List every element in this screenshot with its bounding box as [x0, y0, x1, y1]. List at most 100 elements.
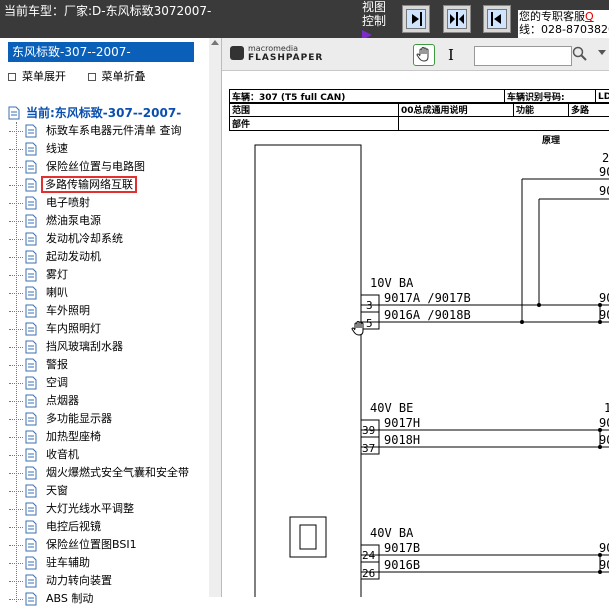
tree-item-label: 保险丝位置图BSI1 — [46, 538, 137, 551]
document-icon — [25, 430, 37, 444]
tree-item[interactable]: 标致车系电器元件清单 查询 — [8, 122, 208, 140]
search-icon[interactable] — [572, 46, 588, 62]
group1-label: 10V BA — [370, 276, 414, 290]
tree-item[interactable]: 电子喷射 — [8, 194, 208, 212]
tree-item-label: 燃油泵电源 — [46, 214, 101, 227]
tree-item[interactable]: 起动发动机 — [8, 248, 208, 266]
group2-wire1: 9017H — [384, 416, 420, 430]
tree-item[interactable]: 挡风玻璃刮水器 — [8, 338, 208, 356]
document-icon — [25, 448, 37, 462]
tree-item[interactable]: 保险丝位置图BSI1 — [8, 536, 208, 554]
tree-item[interactable]: 保险丝位置与电路图 — [8, 158, 208, 176]
collapse-menu-button[interactable]: 菜单折叠 — [88, 70, 146, 83]
menu-tree: 当前:东风标致-307--2007- 标致车系电器元件清单 查询线速保险丝位置与… — [8, 104, 208, 608]
principle-label: 原理 — [542, 133, 560, 146]
tree-connector-line — [9, 419, 23, 420]
document-icon — [25, 250, 37, 264]
tree-item[interactable]: 车外照明 — [8, 302, 208, 320]
group2-pin1: 39 — [362, 424, 375, 437]
tree-connector-line — [9, 221, 23, 222]
group2-label: 40V BE — [370, 401, 413, 415]
tree-item[interactable]: 驻车辅助 — [8, 554, 208, 572]
document-icon — [25, 412, 37, 426]
right-label-a: 2 — [602, 151, 609, 165]
group1-pin2: 5 — [366, 317, 373, 330]
expand-left-button[interactable] — [483, 5, 511, 33]
tree-item[interactable]: 车内照明灯 — [8, 320, 208, 338]
document-icon — [25, 124, 37, 138]
service-qq-link[interactable]: Q — [585, 10, 594, 23]
tree-item[interactable]: 电控后视镜 — [8, 518, 208, 536]
tree-item[interactable]: 燃油泵电源 — [8, 212, 208, 230]
collapse-menu-label: 菜单折叠 — [102, 70, 146, 83]
document-scope-table: 范围 00总成通用说明 功能 多路 部件 — [229, 102, 609, 131]
tree-item[interactable]: 天窗 — [8, 482, 208, 500]
left-nav-panel: 东风标致-307--2007- 菜单展开 菜单折叠 当前:东风标致-307--2… — [0, 38, 210, 597]
tree-item-label: 标致车系电器元件清单 查询 — [46, 124, 182, 137]
tree-item[interactable]: 发动机冷却系统 — [8, 230, 208, 248]
scroll-up-icon[interactable] — [211, 40, 219, 45]
tree-item[interactable]: 动力转向装置 — [8, 572, 208, 590]
tree-item-label: 挡风玻璃刮水器 — [46, 340, 123, 353]
tree-item[interactable]: 空调 — [8, 374, 208, 392]
brand-line-1: macromedia — [248, 44, 298, 53]
macromedia-logo-icon — [230, 46, 244, 60]
scope-label-cell: 范围 — [230, 103, 399, 117]
hand-cursor-icon — [352, 322, 363, 336]
tree-item[interactable]: 雾灯 — [8, 266, 208, 284]
tree-item[interactable]: 警报 — [8, 356, 208, 374]
right-label-f: 1 — [604, 401, 609, 415]
tree-item[interactable]: ABS 制动 — [8, 590, 208, 608]
square-icon — [88, 73, 96, 81]
document-icon — [25, 160, 37, 174]
document-icon — [25, 340, 37, 354]
search-options-chevron-down-icon[interactable] — [598, 50, 606, 55]
tree-item-label: 天窗 — [46, 484, 68, 497]
tree-item[interactable]: 喇叭 — [8, 284, 208, 302]
search-input[interactable] — [474, 46, 572, 66]
tree-item[interactable]: 点烟器 — [8, 392, 208, 410]
tree-item-label: 喇叭 — [46, 286, 68, 299]
tree-connector-line — [9, 257, 23, 258]
view-control-label-2: 控制 — [362, 14, 386, 28]
split-view-button[interactable] — [443, 5, 471, 33]
arrow-left-bar-icon — [487, 9, 507, 29]
tree-item[interactable]: 多功能显示器 — [8, 410, 208, 428]
document-icon — [25, 574, 37, 588]
top-header: 当前车型：厂家:D-东风标致3072007- 视图 控制 您的专职客服Q 线：0… — [0, 0, 609, 38]
tree-item[interactable]: 烟火爆燃式安全气囊和安全带 — [8, 464, 208, 482]
tree-item-label: 警报 — [46, 358, 68, 371]
tree-item[interactable]: 加热型座椅 — [8, 428, 208, 446]
junction-dot-2 — [520, 320, 524, 324]
tree-connector-line — [9, 365, 23, 366]
group2-pin2: 37 — [362, 442, 375, 455]
document-icon — [8, 106, 20, 120]
tree-item-label: 收音机 — [46, 448, 79, 461]
tree-item-label: ABS 制动 — [46, 592, 93, 605]
tree-connector-line — [9, 527, 23, 528]
tree-item-label: 车内照明灯 — [46, 322, 101, 335]
hand-icon — [414, 45, 434, 65]
document-icon — [25, 322, 37, 336]
tree-item-label: 线速 — [46, 142, 68, 155]
collapse-left-button[interactable] — [402, 5, 430, 33]
document-viewer[interactable]: 10V BA 9017A /9017B 9016A /9018B 3 5 40V… — [222, 71, 609, 597]
document-icon — [25, 232, 37, 246]
document-icon — [25, 286, 37, 300]
hand-tool-button[interactable] — [413, 44, 435, 66]
document-icon — [25, 466, 37, 480]
expand-menu-button[interactable]: 菜单展开 — [8, 70, 66, 83]
tree-connector-line — [9, 149, 23, 150]
tree-item[interactable]: 线速 — [8, 140, 208, 158]
tree-item[interactable]: 收音机 — [8, 446, 208, 464]
text-select-tool-icon[interactable]: I — [444, 44, 458, 66]
tree-connector-line — [9, 167, 23, 168]
tree-connector-line — [9, 599, 23, 600]
tree-item[interactable]: 大灯光线水平调整 — [8, 500, 208, 518]
component-value-cell — [399, 117, 609, 131]
tree-item[interactable]: 多路传输网络互联 — [8, 176, 208, 194]
group3-pin1: 24 — [362, 549, 376, 562]
tree-root[interactable]: 当前:东风标致-307--2007- — [8, 104, 208, 122]
left-scrollbar[interactable] — [209, 38, 222, 597]
right-label-d: 90 — [599, 291, 609, 305]
